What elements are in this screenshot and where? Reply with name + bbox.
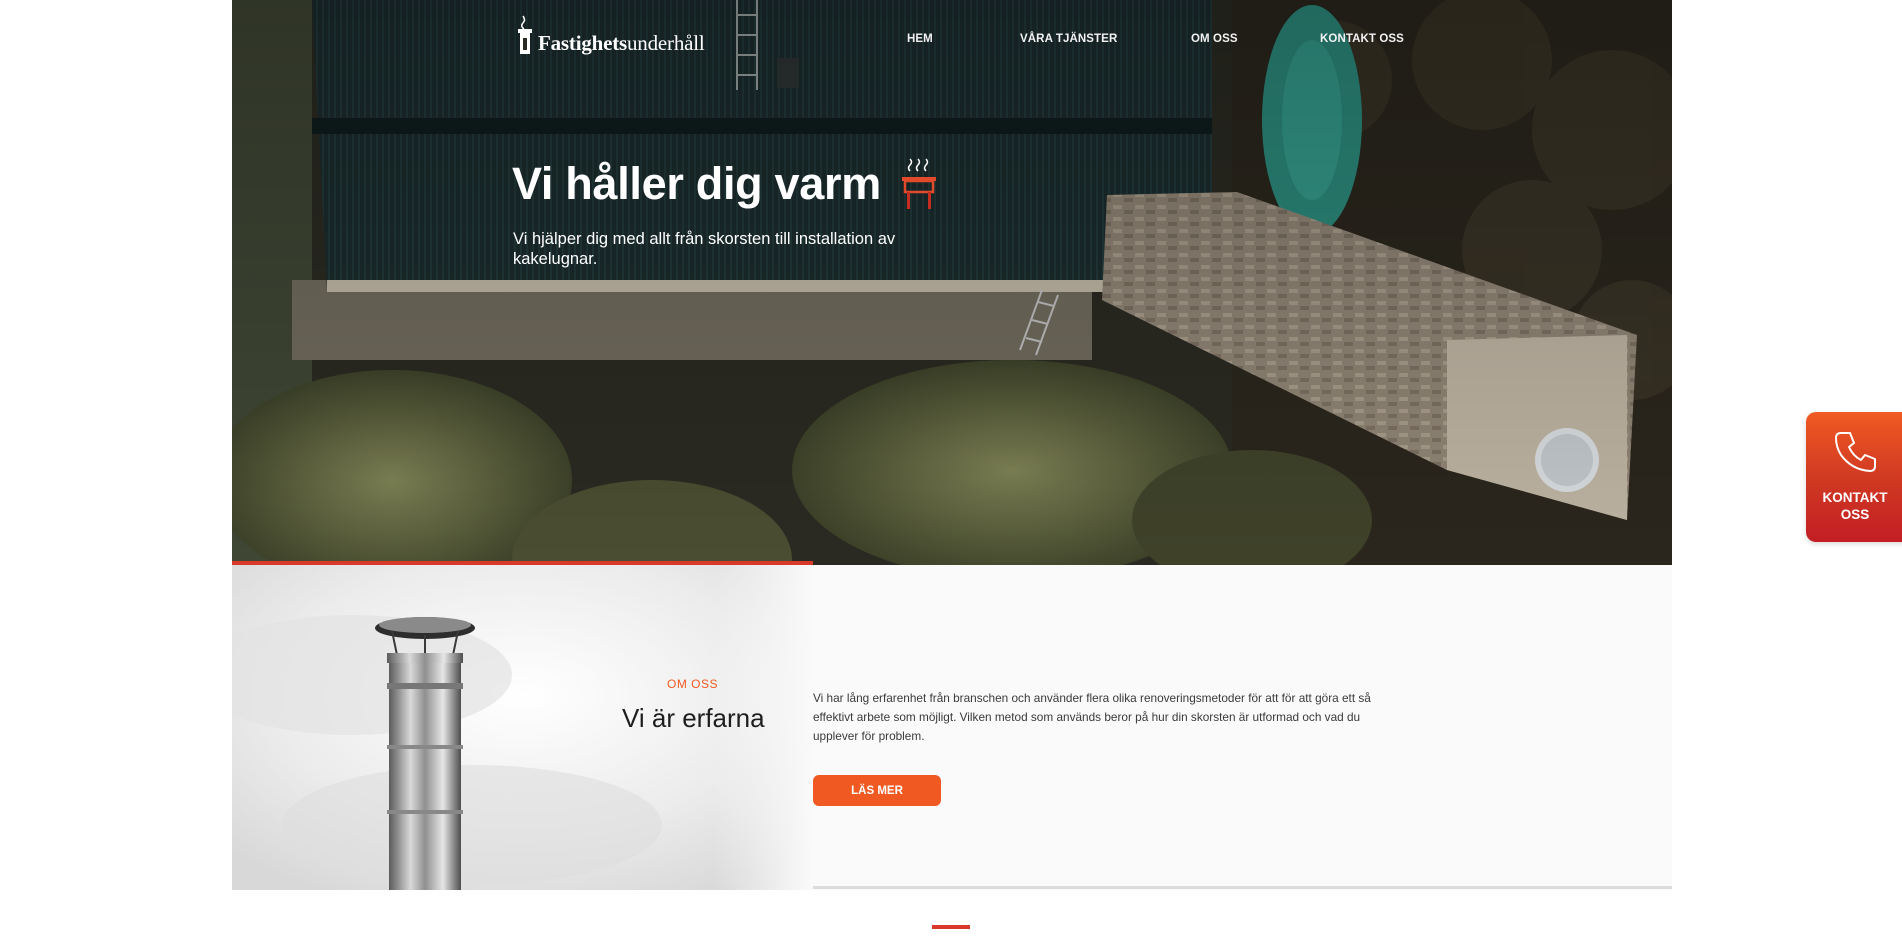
about-title: Vi är erfarna	[622, 703, 765, 733]
hero-background-image	[232, 0, 1672, 565]
hero-title-text: Vi håller dig varm	[512, 158, 881, 209]
section-accent-mark	[932, 925, 970, 929]
site-logo[interactable]: Fastighets underhåll	[513, 14, 705, 56]
section-divider	[813, 886, 1672, 889]
logo-text-light: underhåll	[627, 31, 705, 55]
hero-section: Fastighets underhåll HEM VÅRA TJÄNSTER OM…	[232, 0, 1672, 565]
logo-mark-icon	[518, 15, 532, 54]
nav-item-hem[interactable]: HEM	[907, 33, 933, 45]
floating-contact-label: KONTAKT OSS	[1822, 490, 1888, 522]
phone-icon	[1835, 432, 1876, 472]
about-section: OM OSS Vi är erfarna Vi har lång erfaren…	[232, 565, 1672, 890]
read-more-button[interactable]: LÄS MER	[813, 775, 941, 806]
nav-item-kontakt-oss[interactable]: KONTAKT OSS	[1320, 33, 1404, 45]
hero-subtitle: Vi hjälper dig med allt från skorsten ti…	[513, 230, 896, 268]
about-kicker-text: OM OSS	[667, 677, 719, 691]
logo-text-bold: Fastighets	[538, 31, 627, 55]
nav-item-vara-tjanster[interactable]: VÅRA TJÄNSTER	[1020, 33, 1117, 45]
hero-title: Vi håller dig varm	[512, 156, 939, 212]
floating-contact-button[interactable]: KONTAKT OSS	[1806, 412, 1902, 542]
nav-item-om-oss[interactable]: OM OSS	[1191, 33, 1238, 45]
fire-icon	[901, 158, 936, 209]
about-text: Vi har lång erfarenhet från branschen oc…	[813, 691, 1371, 744]
